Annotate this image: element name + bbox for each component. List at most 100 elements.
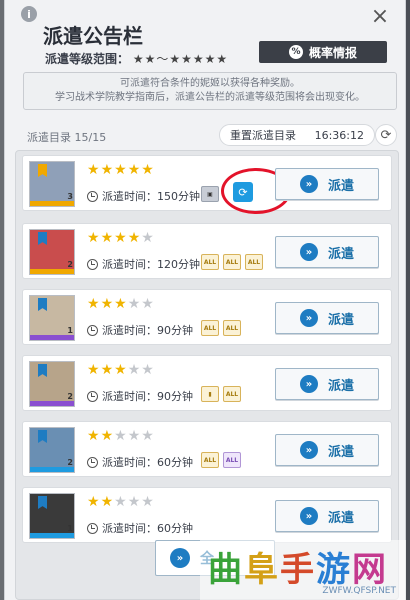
clock-icon — [87, 456, 98, 468]
mission-card[interactable]: 2 ★★★★★ 派遣时间：90分钟 ▮ ALL» 派遣 — [22, 355, 392, 411]
star-empty-icon: ★ — [141, 230, 155, 246]
requirement-chips: ALL ALL — [201, 320, 241, 336]
star-empty-icon: ★ — [141, 494, 155, 510]
mission-star-rating: ★★★★★ — [87, 494, 155, 510]
star-empty-icon: ★ — [141, 362, 155, 378]
mission-star-rating: ★★★★★ — [87, 362, 155, 378]
star-filled-icon: ★ — [87, 362, 101, 378]
mission-duration: 派遣时间：120分钟 — [87, 256, 200, 272]
requirement-chip: ALL — [201, 254, 219, 270]
mission-reward-thumbnail: 2 — [29, 361, 75, 407]
double-chevron-icon: » — [299, 375, 318, 393]
star-filled-icon: ★ — [127, 162, 142, 178]
star-filled-icon: ★ — [114, 162, 128, 178]
mission-duration: 派遣时间：90分钟 — [87, 388, 193, 404]
requirement-chip: ALL — [201, 452, 219, 468]
clock-icon — [87, 258, 98, 270]
reward-count: 1 — [67, 524, 73, 533]
double-chevron-icon: » — [299, 243, 318, 261]
bookmark-flag-icon — [38, 364, 47, 377]
bookmark-flag-icon — [38, 164, 47, 177]
star-empty-icon: ★ — [127, 362, 142, 378]
page-title: 派遣公告栏 — [43, 24, 143, 48]
reward-count: 2 — [67, 260, 73, 269]
mission-star-rating: ★★★★★ — [87, 296, 155, 312]
mission-duration: 派遣时间：60分钟 — [87, 454, 193, 470]
mission-duration: 派遣时间：150分钟 — [87, 188, 200, 204]
star-filled-icon: ★ — [87, 230, 101, 246]
requirement-chip: ALL — [223, 452, 241, 468]
watermark: 曲阜手游网 ZWFW.QFSP.NET — [200, 540, 406, 600]
star-filled-icon: ★ — [87, 494, 101, 510]
star-empty-icon: ★ — [127, 494, 142, 510]
clock-icon — [87, 190, 98, 202]
watermark-char: 曲 — [208, 550, 244, 590]
reward-count: 2 — [67, 392, 73, 401]
dispatch-button[interactable]: » 派遣 — [275, 500, 379, 532]
star-filled-icon: ★ — [100, 428, 115, 444]
reset-dispatch-list-button[interactable]: 重置派遣目录 16:36:12 — [219, 124, 375, 146]
level-range-value: ★★〜★★★★★ — [132, 52, 229, 66]
watermark-char: 阜 — [244, 550, 280, 590]
dispatch-button[interactable]: » 派遣 — [275, 236, 379, 268]
star-filled-icon: ★ — [100, 494, 115, 510]
mission-duration-text: 派遣时间：90分钟 — [102, 324, 193, 337]
rarity-bar — [30, 533, 74, 538]
mission-duration: 派遣时间：90分钟 — [87, 322, 193, 338]
dispatch-button-label: 派遣 — [327, 246, 354, 262]
mission-card[interactable]: 2 ★★★★★ 派遣时间：60分钟 ALL ALL» 派遣 — [22, 421, 392, 477]
double-chevron-icon: » — [170, 548, 190, 568]
bookmark-flag-icon — [38, 298, 47, 311]
star-empty-icon: ★ — [127, 296, 142, 312]
close-button[interactable]: × — [369, 6, 391, 28]
mission-card[interactable]: 3 ★★★★★ 派遣时间：150分钟 ▣ ⟳» 派遣 — [22, 155, 392, 214]
requirement-chips: ALL ALL ALL — [201, 254, 263, 270]
star-filled-icon: ★ — [100, 230, 115, 246]
star-empty-icon: ★ — [114, 428, 128, 444]
requirement-chips: ALL ALL — [201, 452, 241, 468]
mission-card[interactable]: 2 ★★★★★ 派遣时间：120分钟 ALL ALL ALL» 派遣 — [22, 223, 392, 279]
mission-card[interactable]: 1 ★★★★★ 派遣时间：90分钟 ALL ALL» 派遣 — [22, 289, 392, 345]
mission-star-rating: ★★★★★ — [87, 162, 155, 178]
requirement-chip: ▮ — [201, 386, 219, 402]
star-filled-icon: ★ — [127, 230, 142, 246]
dispatch-level-range: 派遣等级范围： ★★〜★★★★★ — [45, 50, 228, 67]
dispatch-board-panel: i 派遣公告栏 × 派遣等级范围： ★★〜★★★★★ % 概率情报 可派遣符合条… — [4, 0, 406, 600]
dispatch-button[interactable]: » 派遣 — [275, 168, 379, 200]
requirement-chip: ALL — [223, 254, 241, 270]
dispatch-button[interactable]: » 派遣 — [275, 434, 379, 466]
star-filled-icon: ★ — [87, 428, 101, 444]
double-chevron-icon: » — [299, 507, 318, 525]
requirement-chip: ALL — [245, 254, 263, 270]
double-chevron-icon: » — [299, 175, 318, 193]
star-filled-icon: ★ — [114, 362, 128, 378]
reward-count: 3 — [67, 192, 73, 201]
refresh-icon[interactable]: ⟳ — [375, 124, 397, 146]
clock-icon — [87, 324, 98, 336]
info-icon[interactable]: i — [21, 6, 37, 22]
star-filled-icon: ★ — [114, 230, 128, 246]
probability-info-label: 概率情报 — [308, 45, 357, 60]
mission-card[interactable]: 1 ★★★★★ 派遣时间：60分钟» 派遣 — [22, 487, 392, 543]
star-empty-icon: ★ — [141, 428, 155, 444]
star-filled-icon: ★ — [87, 162, 101, 178]
watermark-char: 手 — [280, 550, 316, 590]
mission-reward-thumbnail: 3 — [29, 161, 75, 207]
clock-icon — [87, 390, 98, 402]
mission-reward-thumbnail: 1 — [29, 493, 75, 539]
mission-duration-text: 派遣时间：90分钟 — [102, 390, 193, 403]
star-filled-icon: ★ — [100, 296, 115, 312]
dispatch-button[interactable]: » 派遣 — [275, 302, 379, 334]
dispatch-button-label: 派遣 — [327, 444, 354, 460]
clock-icon — [87, 522, 98, 534]
dispatch-list-header: 派遣目录 15/15 重置派遣目录 16:36:12 ⟳ — [23, 124, 397, 148]
requirement-chip: ▣ — [201, 186, 219, 202]
star-empty-icon: ★ — [127, 428, 142, 444]
dispatch-button[interactable]: » 派遣 — [275, 368, 379, 400]
probability-info-button[interactable]: % 概率情报 — [259, 41, 387, 63]
watermark-url: ZWFW.QFSP.NET — [322, 586, 396, 596]
star-filled-icon: ★ — [100, 362, 115, 378]
requirement-chips: ▣ — [201, 186, 219, 202]
reset-label: 重置派遣目录 — [230, 129, 296, 142]
watermark-char: 网 — [352, 550, 388, 590]
